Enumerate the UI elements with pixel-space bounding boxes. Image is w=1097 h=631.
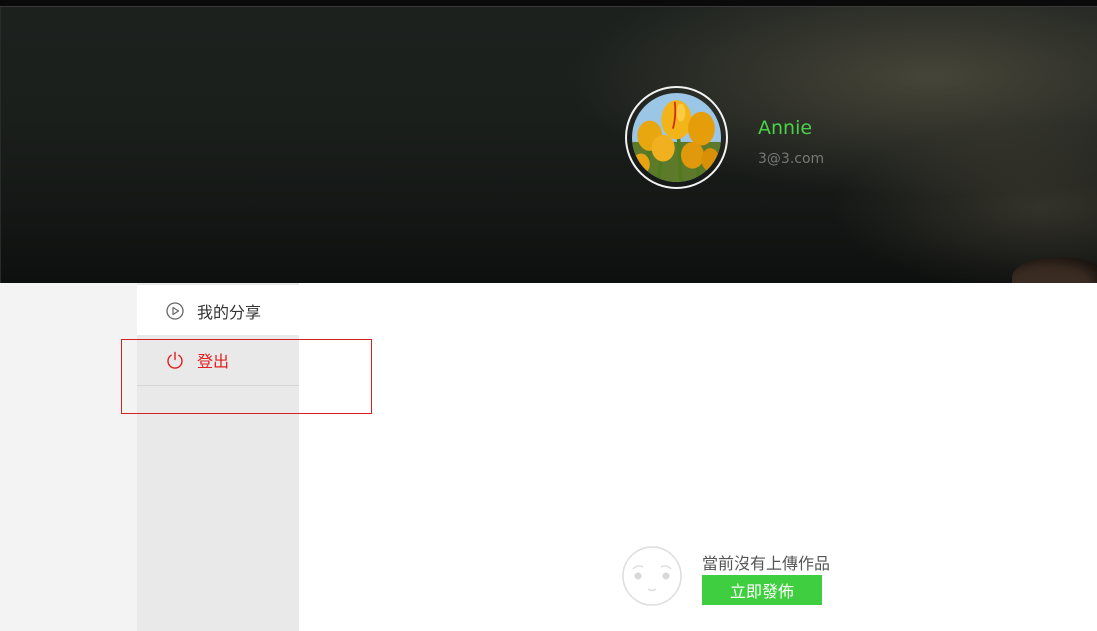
neutral-face-icon bbox=[622, 546, 682, 606]
play-circle-icon bbox=[165, 301, 185, 321]
tulip-avatar-image bbox=[632, 93, 721, 182]
avatar[interactable] bbox=[625, 86, 728, 189]
power-icon bbox=[165, 350, 185, 370]
sidebar-item-logout[interactable]: 登出 bbox=[137, 335, 299, 386]
left-margin bbox=[0, 283, 137, 631]
publish-now-button[interactable]: 立即發佈 bbox=[702, 575, 822, 605]
empty-state-message: 當前沒有上傳作品 bbox=[702, 554, 831, 573]
profile-name: Annie bbox=[758, 117, 813, 139]
top-bar bbox=[0, 0, 1097, 7]
banner-rock-decoration bbox=[1012, 257, 1097, 283]
sidebar: 我的分享 登出 bbox=[137, 283, 299, 631]
sidebar-item-label: 我的分享 bbox=[197, 302, 262, 322]
profile-email: 3@3.com bbox=[758, 151, 825, 167]
sidebar-item-my-shares[interactable]: 我的分享 bbox=[137, 285, 299, 336]
sidebar-item-label: 登出 bbox=[197, 352, 230, 371]
profile-banner: Annie 3@3.com bbox=[0, 7, 1097, 283]
